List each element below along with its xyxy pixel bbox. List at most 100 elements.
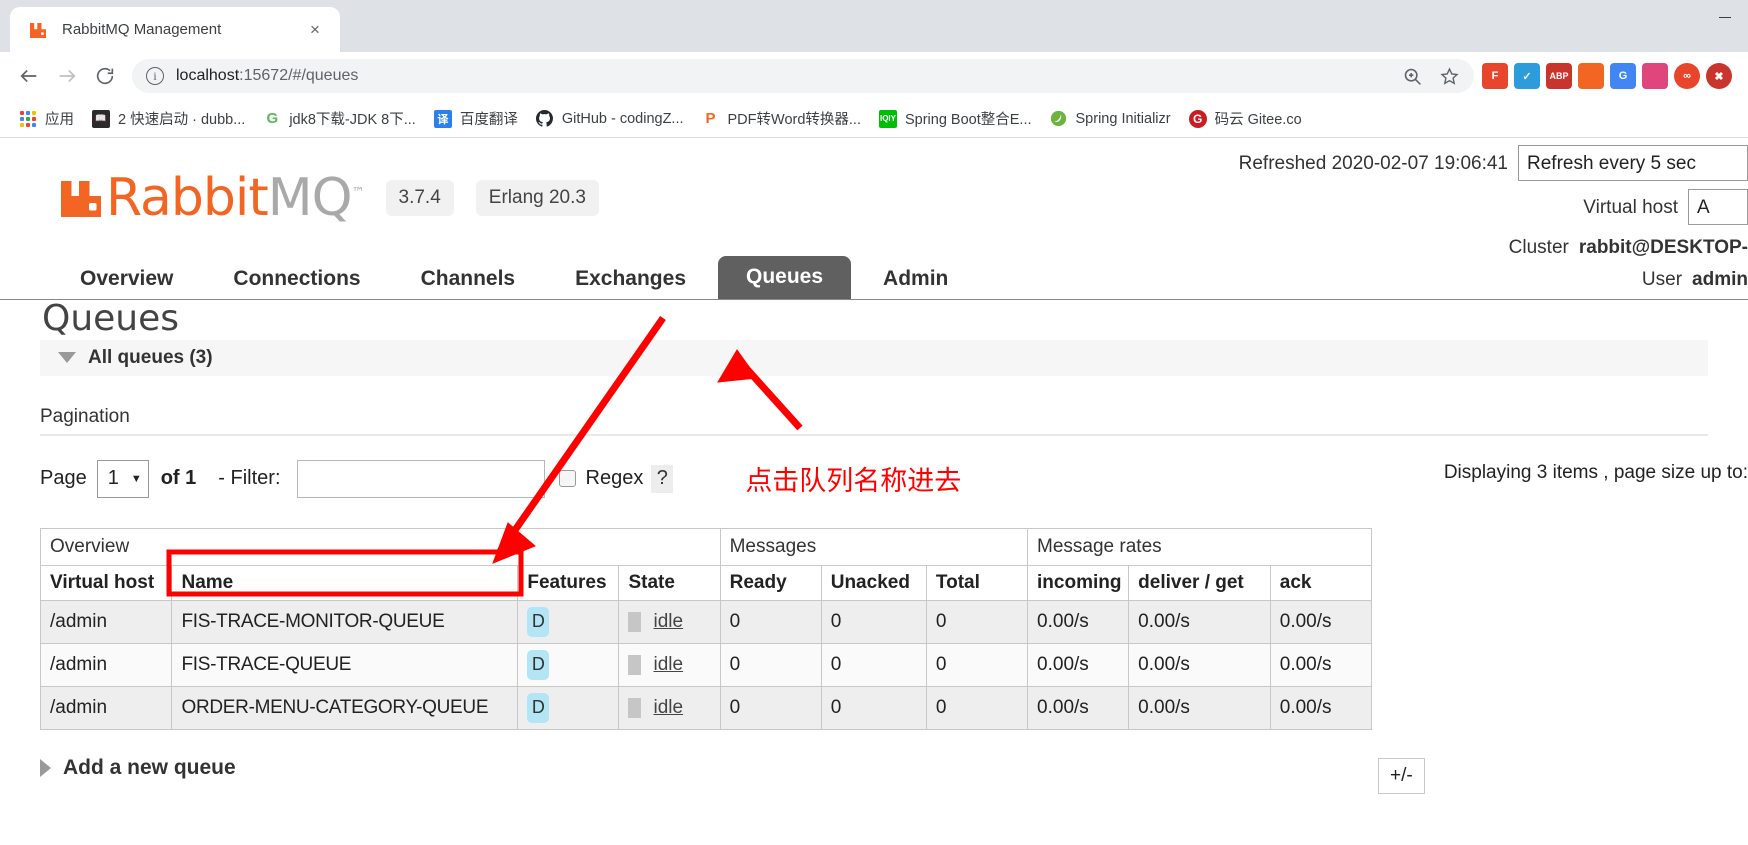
- bookmark-gitee[interactable]: G 码云 Gitee.co: [1180, 104, 1311, 134]
- apps-grid-icon: [19, 110, 37, 128]
- pagination-controls: Page 1 ▼ of 1 - Filter: Regex ? 点击队列名称进去…: [40, 458, 1748, 500]
- table-row[interactable]: /admin FIS-TRACE-MONITOR-QUEUE D idle 0 …: [39, 599, 1373, 644]
- queue-name-link[interactable]: FIS-TRACE-QUEUE: [171, 642, 519, 687]
- colorful-extension-icon[interactable]: [1642, 63, 1668, 89]
- rabbitmq-header: RabbitMQ™ 3.7.4 Erlang 20.3 Refreshed 20…: [0, 138, 1748, 289]
- bookmark-label: Spring Boot整合E...: [904, 112, 1032, 128]
- refresh-interval-select[interactable]: Refresh every 5 sec: [1518, 145, 1748, 181]
- bookmark-apps[interactable]: 应用: [10, 104, 83, 134]
- tab-admin[interactable]: Admin: [855, 258, 976, 299]
- forward-button[interactable]: [48, 57, 86, 95]
- col-name[interactable]: Name: [171, 564, 519, 601]
- queues-content: Queues All queues (3) Pagination Page 1 …: [0, 298, 1748, 794]
- bookmark-spring-boot[interactable]: IQIY Spring Boot整合E...: [870, 104, 1041, 134]
- col-unacked[interactable]: Unacked: [820, 564, 927, 601]
- col-ack[interactable]: ack: [1269, 564, 1373, 601]
- spring-leaf-icon: [1050, 110, 1068, 128]
- col-ready[interactable]: Ready: [719, 564, 822, 601]
- close-icon[interactable]: ×: [302, 17, 328, 43]
- page-of-label: of 1: [160, 467, 197, 490]
- cell-ack: 0.00/s: [1269, 642, 1373, 687]
- google-translate-extension-icon[interactable]: G: [1610, 63, 1636, 89]
- url-text: localhost:15672/#/queues: [176, 67, 358, 85]
- table-row[interactable]: /admin ORDER-MENU-CATEGORY-QUEUE D idle …: [39, 685, 1373, 730]
- version-badge: 3.7.4: [385, 180, 454, 216]
- col-incoming[interactable]: incoming: [1027, 564, 1130, 601]
- address-bar[interactable]: i localhost:15672/#/queues: [132, 59, 1474, 93]
- group-header-messages: Messages: [719, 527, 1029, 566]
- rabbitmq-logo-icon: [58, 175, 104, 221]
- cell-deliver-get: 0.00/s: [1128, 642, 1271, 687]
- stop-extension-icon[interactable]: ✖: [1706, 63, 1732, 89]
- site-info-icon[interactable]: i: [146, 67, 164, 85]
- logo-tm-text: ™: [351, 185, 365, 201]
- erlang-badge: Erlang 20.3: [475, 180, 599, 216]
- cell-state: idle: [618, 599, 721, 644]
- col-total[interactable]: Total: [925, 564, 1029, 601]
- bookmark-pdf2word[interactable]: P PDF转Word转换器...: [693, 104, 870, 134]
- cell-vhost: /admin: [39, 642, 173, 687]
- omnibox-actions: [1402, 66, 1460, 87]
- regex-label: Regex: [585, 467, 644, 490]
- cell-incoming: 0.00/s: [1027, 642, 1130, 687]
- infinity-extension-icon[interactable]: ∞: [1674, 63, 1700, 89]
- tab-channels[interactable]: Channels: [393, 258, 544, 299]
- queue-name-link[interactable]: ORDER-MENU-CATEGORY-QUEUE: [171, 685, 519, 730]
- column-toggle-button[interactable]: +/-: [1378, 757, 1425, 794]
- tab-queues[interactable]: Queues: [718, 256, 852, 299]
- bookmark-baidu-translate[interactable]: 译 百度翻译: [425, 104, 527, 134]
- pagination-label: Pagination: [40, 406, 1708, 436]
- page-select[interactable]: 1 ▼: [96, 459, 149, 498]
- tab-connections[interactable]: Connections: [205, 258, 388, 299]
- browser-tab[interactable]: RabbitMQ Management ×: [10, 7, 340, 52]
- tab-exchanges[interactable]: Exchanges: [547, 258, 714, 299]
- state-label: idle: [653, 653, 684, 675]
- cluster-label: Cluster: [1508, 236, 1569, 258]
- add-new-queue-section[interactable]: Add a new queue: [40, 756, 1748, 780]
- cell-features: D: [517, 642, 620, 687]
- chevron-down-icon: [58, 352, 76, 364]
- reload-button[interactable]: [86, 57, 124, 95]
- queue-name-link[interactable]: FIS-TRACE-MONITOR-QUEUE: [171, 599, 519, 644]
- filter-label: - Filter:: [218, 467, 281, 490]
- reload-icon: [96, 67, 114, 85]
- group-header-message-rates: Message rates: [1027, 527, 1372, 566]
- url-path: :15672/#/queues: [239, 67, 359, 84]
- col-virtual-host[interactable]: Virtual host: [39, 564, 173, 601]
- adblock-plus-extension-icon[interactable]: ABP: [1546, 63, 1572, 89]
- bookmark-label: 百度翻译: [459, 112, 518, 128]
- back-button[interactable]: [10, 57, 48, 95]
- all-queues-section-header[interactable]: All queues (3): [40, 339, 1708, 376]
- col-deliver-get[interactable]: deliver / get: [1128, 564, 1271, 601]
- regex-help-icon[interactable]: ?: [651, 464, 674, 493]
- bookmark-spring-initializr[interactable]: Spring Initializr: [1041, 104, 1180, 134]
- col-state[interactable]: State: [618, 564, 721, 601]
- bookmark-dubbo[interactable]: 📖 2 快速启动 · dubb...: [83, 104, 254, 134]
- notes-extension-icon[interactable]: [1578, 63, 1604, 89]
- tab-overview[interactable]: Overview: [52, 258, 201, 299]
- minimize-button[interactable]: [1702, 0, 1748, 34]
- check-extension-icon[interactable]: ✓: [1514, 63, 1540, 89]
- filter-input[interactable]: [296, 459, 545, 498]
- table-row[interactable]: /admin FIS-TRACE-QUEUE D idle 0 0 0 0.00…: [39, 642, 1373, 687]
- annotation-chinese-text: 点击队列名称进去: [745, 466, 962, 498]
- bookmark-label: 2 快速启动 · dubb...: [118, 112, 246, 128]
- chevron-right-icon: [40, 758, 51, 777]
- feedly-extension-icon[interactable]: F: [1482, 63, 1508, 89]
- bookmark-star-icon[interactable]: [1439, 66, 1460, 87]
- table-column-header-row: Virtual host Name Features State Ready U…: [39, 564, 1373, 601]
- vhost-select[interactable]: A: [1688, 189, 1748, 225]
- cell-features: D: [517, 599, 620, 644]
- cell-ready: 0: [719, 685, 822, 730]
- rabbitmq-wordmark: RabbitMQ™: [106, 172, 365, 224]
- page-title: Queues: [42, 298, 180, 339]
- durable-badge: D: [527, 649, 550, 680]
- bookmark-jdk8[interactable]: G jdk8下载-JDK 8下...: [254, 104, 425, 134]
- cell-ready: 0: [719, 642, 822, 687]
- regex-checkbox[interactable]: [558, 470, 576, 488]
- zoom-icon[interactable]: [1402, 66, 1423, 87]
- browser-titlebar: RabbitMQ Management ×: [0, 0, 1748, 52]
- state-label: idle: [653, 696, 684, 718]
- col-features[interactable]: Features: [517, 564, 620, 601]
- bookmark-github[interactable]: GitHub - codingZ...: [527, 104, 693, 134]
